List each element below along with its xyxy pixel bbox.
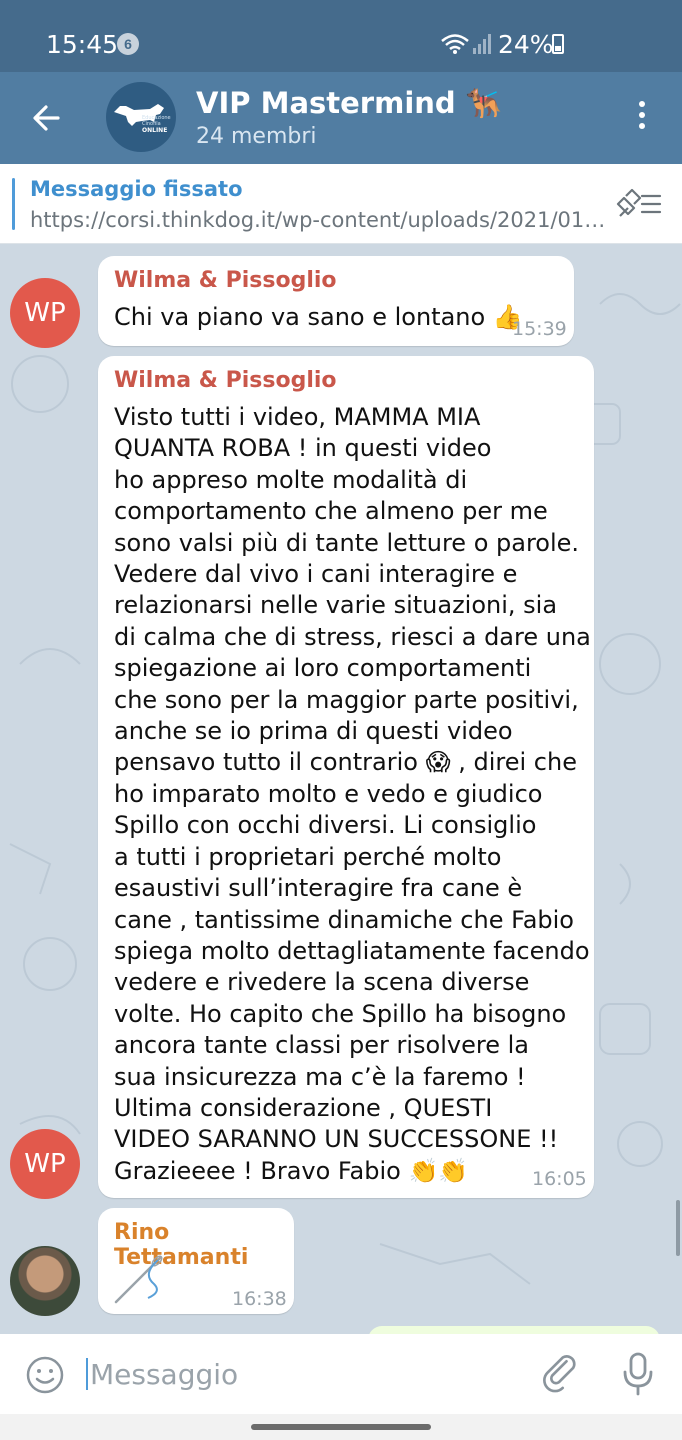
message-line: esaustivi sull’interagire fra cane è bbox=[114, 874, 523, 903]
chat-header: Educazione Cinofila ONLINE VIP Mastermin… bbox=[0, 72, 682, 164]
battery-icon bbox=[552, 34, 564, 54]
message-input[interactable] bbox=[90, 1352, 510, 1396]
pinned-text: https://corsi.thinkdog.it/wp-content/upl… bbox=[30, 208, 610, 232]
message-bubble[interactable]: Rino Tettamanti 16:38 bbox=[98, 1208, 294, 1314]
message-line: Spillo con occhi diversi. Li consiglio bbox=[114, 811, 537, 840]
notification-count-badge: 6 bbox=[117, 33, 139, 55]
message-bubble[interactable]: Wilma & Pissoglio Visto tutti i video, M… bbox=[98, 356, 594, 1198]
status-bar: 15:45 6 24% bbox=[0, 0, 682, 72]
system-nav-bar bbox=[0, 1414, 682, 1440]
pinned-title: Messaggio fissato bbox=[30, 177, 243, 201]
message-time: 16:38 bbox=[232, 1288, 287, 1310]
message-time: 15:39 bbox=[512, 318, 567, 340]
message-line: ho appreso molte modalità di bbox=[114, 465, 468, 494]
wifi-icon bbox=[441, 34, 469, 54]
message-line: spiega molto dettagliatamente facendo bbox=[114, 936, 590, 965]
message-line: ho imparato molto e vedo e giudico bbox=[114, 779, 543, 808]
sender-avatar[interactable]: WP bbox=[10, 1129, 80, 1199]
more-vert-icon[interactable] bbox=[626, 96, 658, 140]
dog-logo-icon: Educazione Cinofila ONLINE bbox=[114, 104, 171, 134]
message-bubble[interactable]: Wilma & Pissoglio Chi va piano va sano e… bbox=[98, 256, 574, 346]
status-time: 15:45 bbox=[46, 30, 119, 59]
scrollbar[interactable] bbox=[676, 1200, 680, 1256]
pinned-message[interactable]: Messaggio fissato https://corsi.thinkdog… bbox=[0, 164, 682, 244]
message-line: ancora tante classi per risolvere la bbox=[114, 1031, 529, 1060]
avatar-text-3: ONLINE bbox=[142, 127, 167, 134]
signal-icon bbox=[473, 34, 491, 54]
sender-avatar[interactable]: WP bbox=[10, 278, 80, 348]
message-line: vedere e rivedere la scena diverse bbox=[114, 968, 530, 997]
message-sender[interactable]: Wilma & Pissoglio bbox=[114, 368, 337, 393]
message-line: QUANTA ROBA ! in questi video bbox=[114, 434, 492, 463]
home-gesture-handle[interactable] bbox=[251, 1424, 431, 1430]
message-line: Vedere dal vivo i cani interagire e bbox=[114, 560, 518, 589]
emoji-icon[interactable] bbox=[24, 1354, 66, 1396]
message-line: Visto tutti i video, MAMMA MIA bbox=[114, 403, 481, 431]
group-title[interactable]: VIP Mastermind 🐕‍🦺 bbox=[196, 86, 502, 121]
message-line: VIDEO SARANNO UN SUCCESSONE !! bbox=[114, 1125, 559, 1154]
message-line: sua insicurezza ma c’è la faremo ! bbox=[114, 1062, 526, 1091]
back-arrow-icon[interactable] bbox=[26, 96, 70, 140]
needle-sticker-icon[interactable] bbox=[112, 1250, 168, 1306]
message-time: 16:05 bbox=[532, 1168, 587, 1190]
pinned-list-icon[interactable] bbox=[614, 186, 666, 222]
outgoing-bubble-partial[interactable] bbox=[368, 1326, 660, 1334]
battery-percent: 24% bbox=[498, 30, 554, 59]
message-line: volte. Ho capito che Spillo ha bisogno bbox=[114, 999, 567, 1028]
paperclip-icon[interactable] bbox=[540, 1352, 584, 1396]
message-line: di calma che di stress, riesci a dare un… bbox=[114, 622, 591, 651]
message-line: a tutti i proprietari perché molto bbox=[114, 842, 502, 871]
message-line: comportamento che almeno per me bbox=[114, 497, 548, 526]
message-sender[interactable]: Wilma & Pissoglio bbox=[114, 268, 337, 293]
message-text: Visto tutti i video, MAMMA MIA QUANTA RO… bbox=[114, 402, 591, 1187]
message-input-bar bbox=[0, 1334, 682, 1414]
message-line: pensavo tutto il contrario 😱 , direi che bbox=[114, 748, 577, 777]
message-line: Grazieeee ! Bravo Fabio 👏👏 bbox=[114, 1156, 469, 1185]
message-line: anche se io prima di questi video bbox=[114, 717, 513, 746]
message-text: Chi va piano va sano e lontano 👍 bbox=[114, 303, 523, 331]
message-line: che sono per la maggior parte positivi, bbox=[114, 685, 579, 714]
group-avatar[interactable]: Educazione Cinofila ONLINE bbox=[106, 82, 176, 152]
message-line: cane , tantissime dinamiche che Fabio bbox=[114, 905, 574, 934]
microphone-icon[interactable] bbox=[618, 1350, 658, 1398]
sender-avatar-photo[interactable] bbox=[10, 1246, 80, 1316]
member-count[interactable]: 24 membri bbox=[196, 124, 317, 149]
message-line: relazionarsi nelle varie situazioni, sia bbox=[114, 591, 558, 620]
text-cursor bbox=[86, 1358, 88, 1390]
chat-area[interactable]: WP Wilma & Pissoglio Chi va piano va san… bbox=[0, 244, 682, 1334]
pinned-accent-bar bbox=[12, 178, 15, 230]
message-line: spiegazione ai loro comportamenti bbox=[114, 654, 532, 683]
message-line: sono valsi più di tante letture o parole… bbox=[114, 528, 580, 557]
message-line: Ultima considerazione , QUESTI bbox=[114, 1093, 493, 1122]
